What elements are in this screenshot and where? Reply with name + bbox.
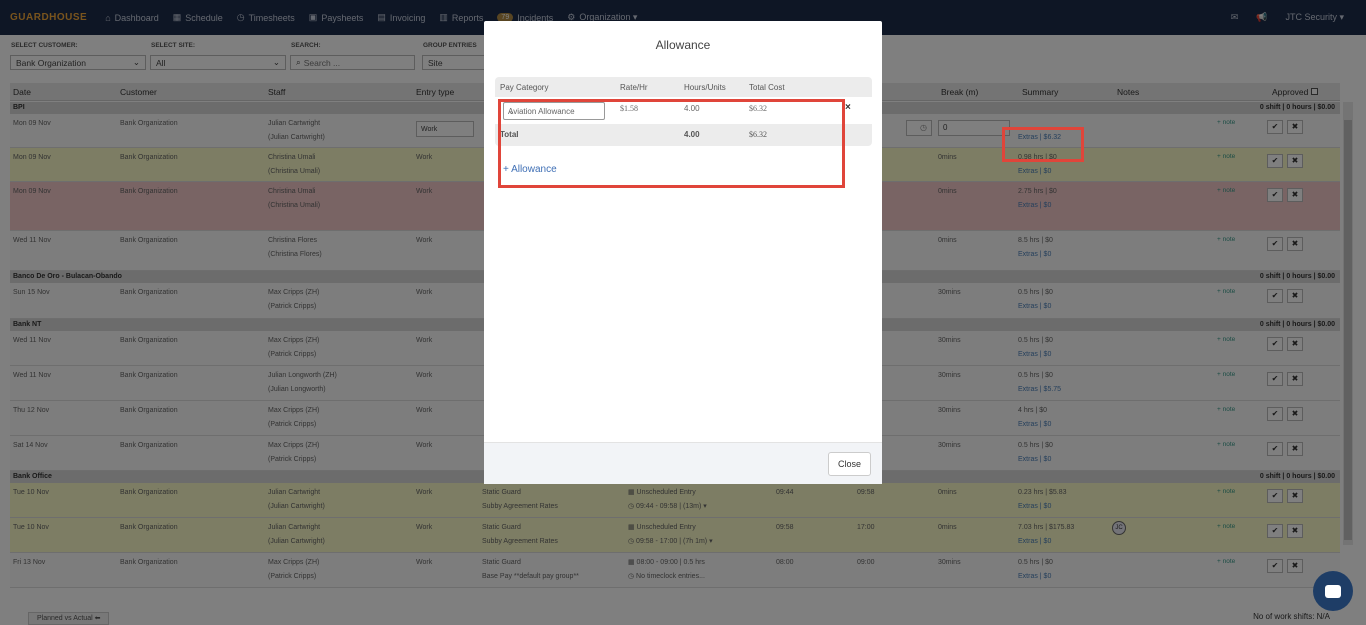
col-total-cost: Total Cost xyxy=(749,83,785,92)
chat-widget-button[interactable] xyxy=(1313,571,1353,611)
close-button[interactable]: Close xyxy=(828,452,871,476)
chat-icon xyxy=(1325,584,1341,598)
allowance-table-header: Pay Category Rate/Hr Hours/Units Total C… xyxy=(495,77,872,97)
allowance-modal: Allowance Pay Category Rate/Hr Hours/Uni… xyxy=(484,21,882,484)
highlight-box-allowance xyxy=(498,99,845,188)
modal-footer: Close xyxy=(484,442,882,484)
remove-icon[interactable]: × xyxy=(845,102,851,113)
highlight-box-summary xyxy=(1002,127,1084,162)
col-pay-category: Pay Category xyxy=(500,83,549,92)
col-hours: Hours/Units xyxy=(684,83,726,92)
modal-title: Allowance xyxy=(655,38,711,52)
col-rate: Rate/Hr xyxy=(620,83,648,92)
